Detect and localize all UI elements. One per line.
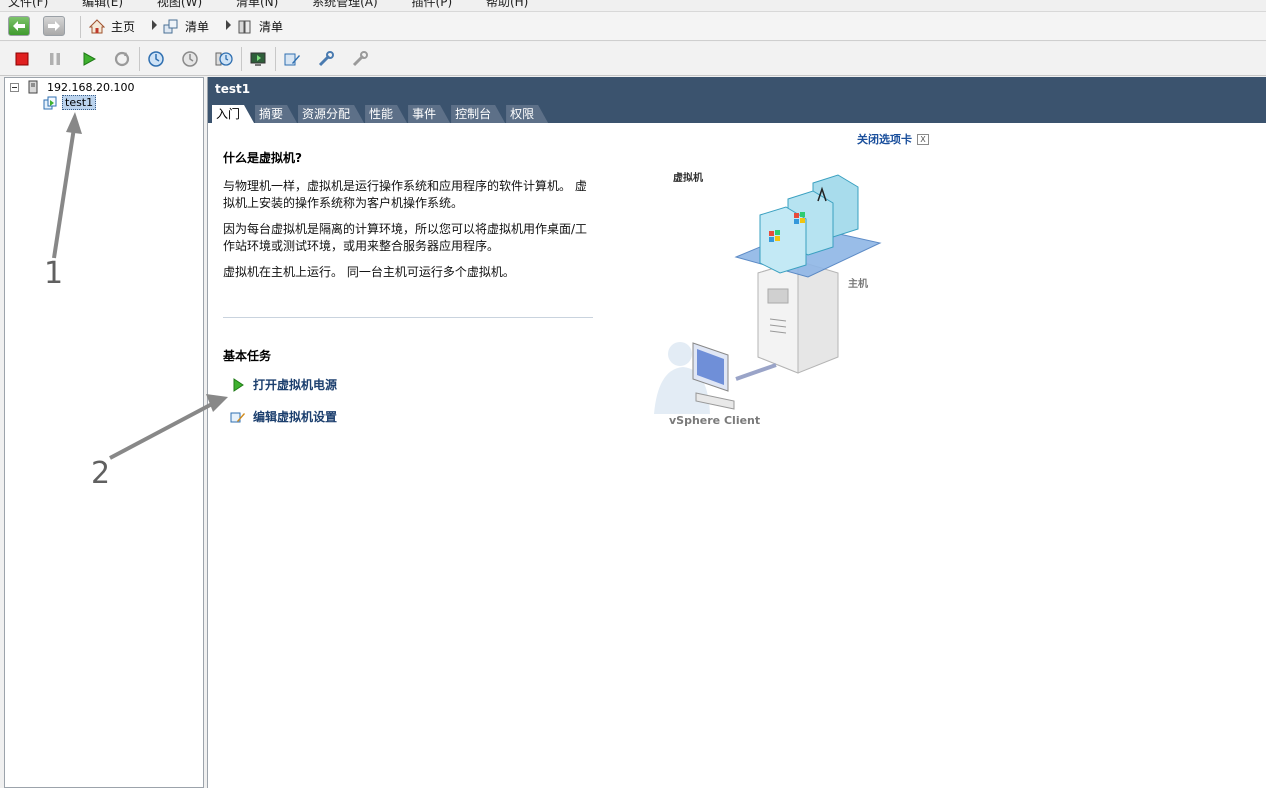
- section-divider: [223, 317, 593, 318]
- console-icon: [250, 52, 266, 66]
- pause-icon: [50, 53, 60, 65]
- tab-getting-started[interactable]: 入门: [212, 105, 254, 123]
- console-button[interactable]: [247, 48, 269, 70]
- play-icon: [83, 52, 96, 66]
- home-icon: [89, 18, 105, 33]
- tab-bar: 入门 摘要 资源分配 性能 事件 控制台 权限: [212, 105, 549, 123]
- breadcrumb-home-label: 主页: [111, 19, 136, 34]
- intro-text: 什么是虚拟机? 与物理机一样，虚拟机是运行操作系统和应用程序的软件计算机。 虚拟…: [223, 149, 595, 290]
- menu-edit[interactable]: 编辑(E): [82, 0, 123, 9]
- vm-illustration: 虚拟机 主机 vSphere Client: [638, 169, 898, 449]
- basic-tasks-heading: 基本任务: [223, 349, 272, 363]
- stop-icon: [15, 52, 29, 66]
- arrow-right-icon: [48, 21, 60, 31]
- toolbar: [0, 42, 1266, 76]
- migrate-button[interactable]: [349, 48, 371, 70]
- intro-paragraph: 虚拟机在主机上运行。 同一台主机可运行多个虚拟机。: [223, 265, 515, 279]
- edit-settings-icon: [230, 412, 245, 423]
- menu-help[interactable]: 帮助(H): [486, 0, 528, 9]
- breadcrumb-separator-icon: [152, 20, 157, 30]
- migrate-icon: [352, 51, 368, 67]
- close-icon[interactable]: X: [917, 133, 929, 145]
- server-icon: [28, 80, 38, 94]
- take-snapshot-button[interactable]: [145, 48, 167, 70]
- menu-admin[interactable]: 系统管理(A): [312, 0, 378, 9]
- host-label: 192.168.20.100: [47, 80, 135, 94]
- intro-paragraph: 与物理机一样，虚拟机是运行操作系统和应用程序的软件计算机。 虚拟机上安装的操作系…: [223, 179, 587, 210]
- back-button[interactable]: [8, 16, 30, 36]
- revert-snapshot-button[interactable]: [179, 48, 201, 70]
- hosts-clusters-icon: [238, 20, 251, 33]
- arrow-left-icon: [13, 21, 25, 31]
- object-title: test1: [215, 82, 251, 96]
- menu-bar: 文件(F) 编辑(E) 视图(W) 清单(N) 系统管理(A) 插件(P) 帮助…: [0, 0, 1266, 12]
- annotation-number-2: 2: [91, 456, 111, 491]
- tree-item-host[interactable]: 192.168.20.100: [27, 80, 134, 94]
- vm-diagram-label: 虚拟机: [673, 173, 703, 184]
- menu-file[interactable]: 文件(F): [8, 0, 48, 9]
- tab-performance[interactable]: 性能: [365, 105, 407, 123]
- snapshot-icon: [148, 51, 164, 67]
- toolbar-divider: [275, 47, 276, 71]
- host-diagram-label: 主机: [848, 279, 868, 290]
- snapshot-manager-button[interactable]: [213, 48, 235, 70]
- inventory-tree: 192.168.20.100 test1: [4, 77, 204, 788]
- power-on-vm-link[interactable]: 打开虚拟机电源: [230, 376, 337, 393]
- tab-events[interactable]: 事件: [408, 105, 450, 123]
- reset-icon: [114, 51, 130, 67]
- toolbar-divider: [139, 47, 140, 71]
- close-tab-label: 关闭选项卡: [857, 133, 912, 146]
- forward-button[interactable]: [43, 16, 65, 36]
- edit-settings-icon: [284, 53, 300, 66]
- revert-snapshot-icon: [182, 51, 198, 67]
- breadcrumb-separator-icon: [226, 20, 231, 30]
- power-on-button[interactable]: [78, 48, 100, 70]
- menu-inventory[interactable]: 清单(N): [236, 0, 278, 9]
- intro-heading: 什么是虚拟机?: [223, 151, 302, 165]
- breadcrumb-inventory-2[interactable]: 清单: [237, 18, 283, 34]
- vm-label: test1: [62, 95, 97, 110]
- tab-console[interactable]: 控制台: [451, 105, 505, 123]
- close-tab-link[interactable]: 关闭选项卡 X: [857, 131, 929, 147]
- edit-vm-settings-label: 编辑虚拟机设置: [253, 410, 338, 424]
- edit-settings-button[interactable]: [281, 48, 303, 70]
- play-icon: [233, 377, 244, 392]
- breadcrumb-home[interactable]: 主页: [89, 18, 135, 34]
- menu-plugins[interactable]: 插件(P): [412, 0, 453, 9]
- tools-icon: [318, 51, 334, 67]
- edit-vm-settings-link[interactable]: 编辑虚拟机设置: [230, 408, 337, 425]
- nav-divider: [80, 16, 81, 38]
- annotation-number-1: 1: [44, 256, 64, 291]
- reset-button[interactable]: [111, 48, 133, 70]
- tab-resource-allocation[interactable]: 资源分配: [298, 105, 364, 123]
- collapse-toggle[interactable]: [10, 83, 19, 92]
- power-on-vm-label: 打开虚拟机电源: [253, 378, 338, 392]
- stop-button[interactable]: [11, 48, 33, 70]
- tab-permissions[interactable]: 权限: [506, 105, 548, 123]
- vm-icon: [43, 96, 57, 109]
- tab-summary[interactable]: 摘要: [255, 105, 297, 123]
- breadcrumb-inventory-label: 清单: [185, 19, 210, 34]
- content-pane: test1 入门 摘要 资源分配 性能 事件 控制台 权限 关闭选项卡 X 什么…: [207, 77, 1266, 788]
- pause-button[interactable]: [44, 48, 66, 70]
- toolbar-divider: [241, 47, 242, 71]
- object-header: test1 入门 摘要 资源分配 性能 事件 控制台 权限: [208, 77, 1266, 123]
- inventory-icon: [163, 19, 178, 33]
- tree-item-vm[interactable]: test1: [43, 95, 97, 110]
- navigation-bar: 主页 清单 清单: [0, 12, 1266, 41]
- snapshot-manager-icon: [215, 52, 233, 66]
- breadcrumb-inventory-2-label: 清单: [259, 19, 284, 34]
- vm-host-diagram: [654, 174, 882, 414]
- tools-button[interactable]: [315, 48, 337, 70]
- vsphere-client-label: vSphere Client: [669, 414, 761, 427]
- breadcrumb-inventory[interactable]: 清单: [163, 18, 209, 34]
- menu-view[interactable]: 视图(W): [157, 0, 202, 9]
- intro-paragraph: 因为每台虚拟机是隔离的计算环境，所以您可以将虚拟机用作桌面/工作站环境或测试环境…: [223, 222, 588, 253]
